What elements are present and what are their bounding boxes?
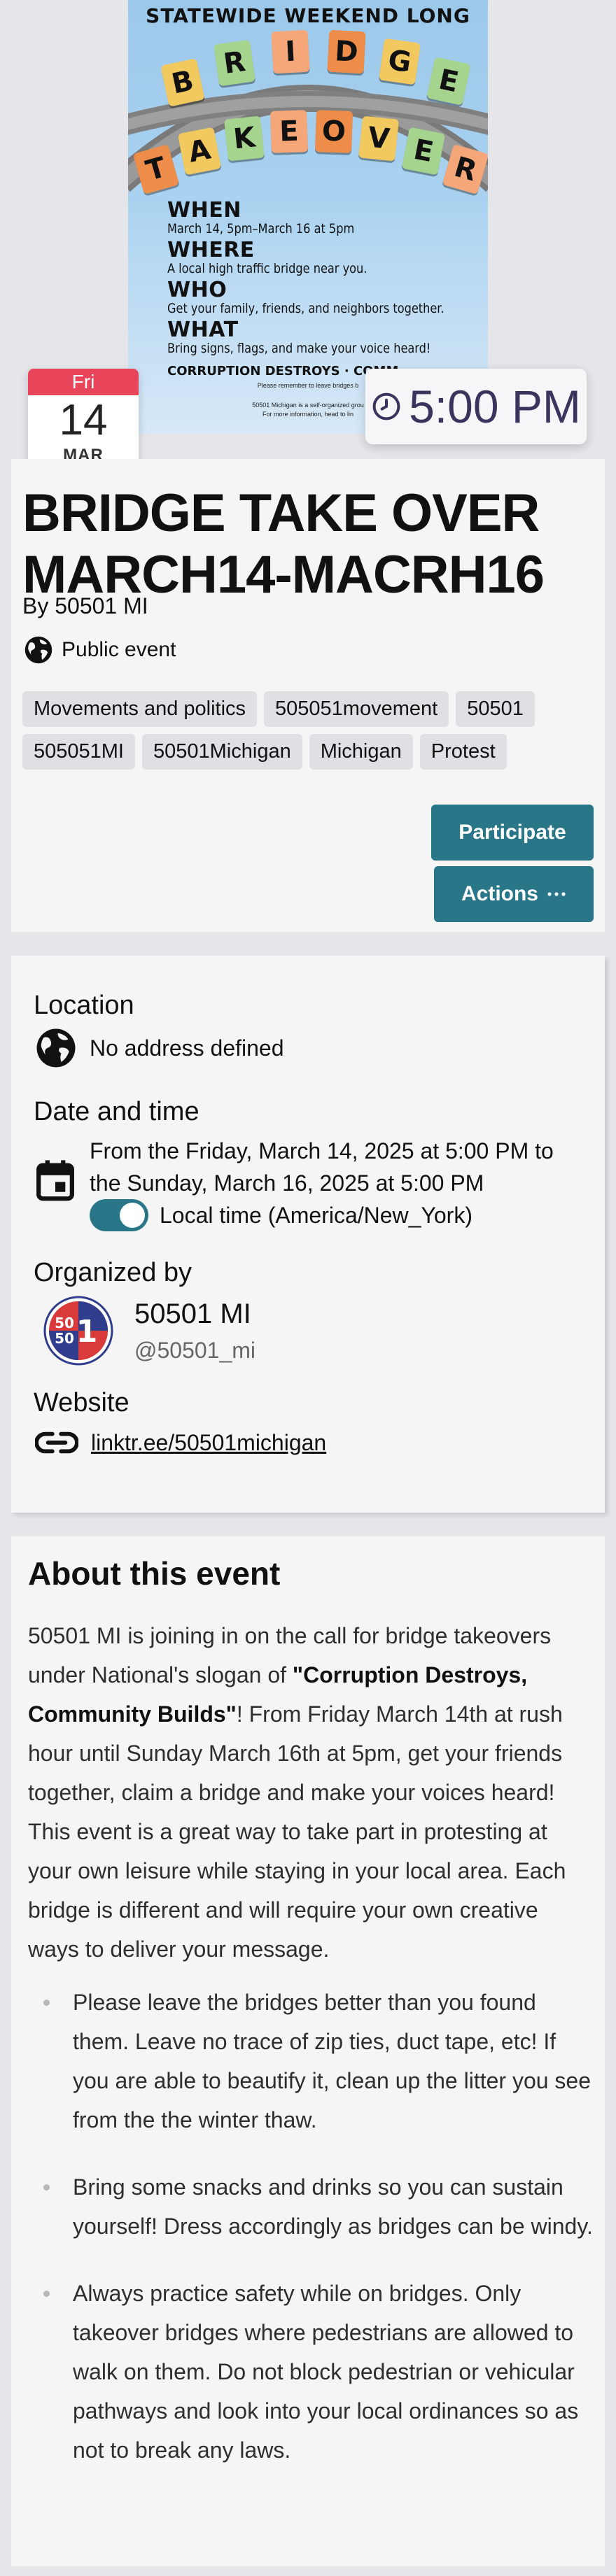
- list-item: Please leave the bridges better than you…: [28, 1983, 596, 2139]
- avatar-text: 1: [76, 1314, 98, 1350]
- local-time-toggle[interactable]: [90, 1199, 148, 1231]
- poster-letter-tile: G: [379, 38, 421, 85]
- event-visibility: Public event: [24, 635, 176, 665]
- list-item: Always practice safety while on bridges.…: [28, 2274, 596, 2470]
- about-guidelines-list: Please leave the bridges better than you…: [28, 1983, 596, 2498]
- local-time-row: Local time (America/New_York): [90, 1199, 472, 1231]
- poster-letter-tile: E: [270, 110, 309, 153]
- about-event-card: About this event 50501 MI is joining in …: [11, 1536, 605, 2566]
- globe-icon: [24, 636, 52, 664]
- website-row: linktr.ee/50501michigan: [35, 1429, 326, 1457]
- poster-when-text: March 14, 5pm–March 16 at 5pm: [167, 221, 355, 236]
- poster-letter-tile: R: [214, 39, 255, 87]
- date-range-end: the Sunday, March 16, 2025 at 5:00 PM: [90, 1170, 484, 1196]
- event-metadata-card: Location No address defined Date and tim…: [11, 956, 605, 1513]
- event-tags: Movements and politics 505051movement 5050…: [22, 691, 575, 770]
- avatar-text: 50: [55, 1315, 74, 1331]
- website-link[interactable]: linktr.ee/50501michigan: [91, 1430, 326, 1456]
- tag-chip[interactable]: 505051movement: [264, 691, 449, 727]
- tag-chip[interactable]: 50501: [456, 691, 535, 727]
- start-time-badge: 5:00 PM: [365, 369, 587, 444]
- tag-chip[interactable]: Movements and politics: [22, 691, 258, 727]
- organizer-handle: @50501_mi: [134, 1338, 256, 1363]
- organizer-heading: Organized by: [34, 1258, 192, 1287]
- location-heading: Location: [34, 991, 134, 1020]
- date-weekday: Fri: [28, 369, 139, 395]
- poster-when-label: WHEN: [167, 198, 241, 222]
- poster-letter-tile: V: [358, 115, 399, 162]
- location-row: No address defined: [35, 1027, 284, 1069]
- visibility-label: Public event: [62, 638, 176, 661]
- poster-slogan: CORRUPTION DESTROYS · COMM: [167, 364, 399, 378]
- date-range-start: From the Friday, March 14, 2025 at 5:00 …: [90, 1138, 554, 1163]
- poster-where-label: WHERE: [167, 238, 255, 262]
- poster-letter-tile: I: [271, 29, 310, 74]
- poster-who-text: Get your family, friends, and neighbors …: [167, 301, 444, 316]
- website-heading: Website: [34, 1388, 130, 1417]
- organizer-avatar[interactable]: 50 50 1: [43, 1296, 113, 1366]
- poster-where-text: A local high traffic bridge near you.: [167, 261, 368, 276]
- tag-chip[interactable]: 505051MI: [22, 734, 135, 770]
- globe-icon: [36, 1028, 76, 1068]
- event-title: BRIDGE TAKE OVER MARCH14-MACRH16: [22, 483, 545, 604]
- event-header-card: BRIDGE TAKE OVER MARCH14-MACRH16 By 5050…: [11, 459, 605, 932]
- tag-chip[interactable]: Michigan: [309, 734, 413, 770]
- poster-letter-tile: O: [314, 110, 354, 153]
- poster-what-text: Bring signs, flags, and make your voice …: [167, 341, 431, 356]
- actions-button[interactable]: Actions: [434, 866, 594, 922]
- tag-chip[interactable]: Protest: [419, 734, 507, 770]
- about-description: 50501 MI is joining in on the call for b…: [28, 1616, 588, 1969]
- more-horizontal-icon: [547, 892, 566, 896]
- poster-letter-tile: D: [327, 29, 366, 74]
- poster-letter-tile: K: [224, 115, 265, 162]
- about-heading: About this event: [28, 1555, 281, 1592]
- link-icon: [35, 1431, 78, 1454]
- poster-letter-tile: A: [177, 127, 222, 176]
- start-time-text: 5:00 PM: [409, 381, 581, 432]
- organizer-name[interactable]: 50501 MI: [134, 1298, 251, 1330]
- list-item: Bring some snacks and drinks so you can …: [28, 2167, 596, 2246]
- calendar-icon: [36, 1160, 74, 1201]
- local-time-label: Local time (America/New_York): [160, 1202, 472, 1228]
- date-range-text: From the Friday, March 14, 2025 at 5:00 …: [90, 1135, 594, 1199]
- clock-icon: [372, 392, 400, 420]
- participate-button[interactable]: Participate: [431, 805, 594, 861]
- tag-chip[interactable]: 50501Michigan: [142, 734, 302, 770]
- actions-label: Actions: [461, 882, 538, 905]
- poster-who-label: WHO: [167, 278, 227, 302]
- event-organizer-byline: By 50501 MI: [22, 593, 148, 618]
- participate-label: Participate: [458, 821, 566, 844]
- date-time-heading: Date and time: [34, 1097, 200, 1126]
- avatar-text: 50: [55, 1330, 74, 1347]
- poster-what-label: WHAT: [167, 318, 239, 342]
- location-value: No address defined: [90, 1035, 284, 1061]
- date-day-number: 14: [59, 396, 108, 444]
- about-text: ! From Friday March 14th at rush hour un…: [28, 1701, 566, 1962]
